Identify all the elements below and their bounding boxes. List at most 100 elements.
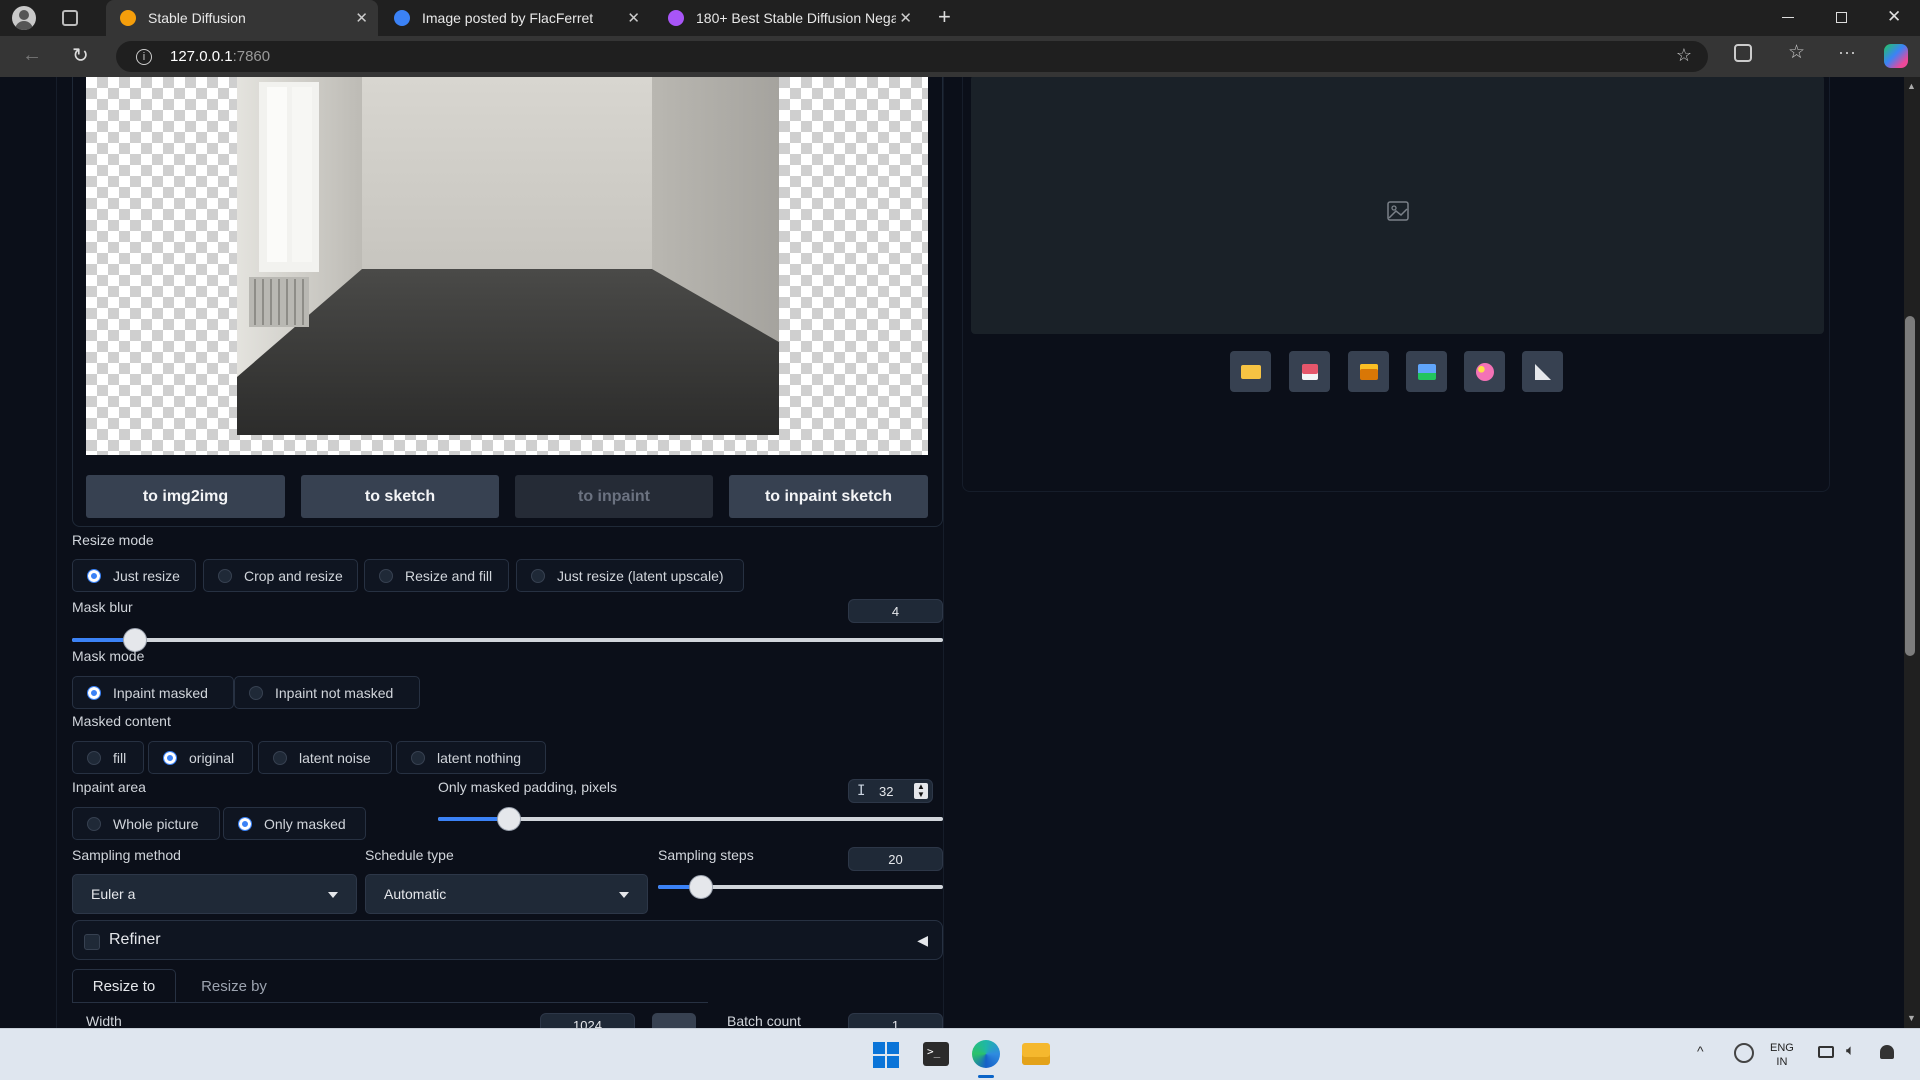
tab-image-posted[interactable]: Image posted by FlacFerret ✕ xyxy=(380,0,650,36)
masked-padding-slider-thumb[interactable] xyxy=(497,807,521,831)
refresh-icon[interactable]: ↻ xyxy=(72,43,89,68)
volume-icon[interactable]: 🔈︎ xyxy=(1846,1042,1855,1059)
close-window-icon[interactable]: ✕ xyxy=(1887,7,1901,27)
stepper-icon[interactable]: ▲ ▼ xyxy=(914,783,928,799)
resize-mode-latent-upscale[interactable]: Just resize (latent upscale) xyxy=(516,559,744,592)
send-to-inpaint-button[interactable] xyxy=(1464,351,1505,392)
notifications-icon[interactable] xyxy=(1880,1045,1894,1059)
active-app-indicator xyxy=(978,1075,994,1078)
sync-status-icon[interactable] xyxy=(1734,1043,1754,1063)
workspaces-icon[interactable] xyxy=(62,10,78,26)
profile-avatar[interactable] xyxy=(12,6,36,30)
sampling-steps-value-input[interactable]: 20 xyxy=(848,847,943,871)
edge-taskbar-icon[interactable] xyxy=(972,1040,1000,1068)
show-hidden-icons-icon[interactable]: ^ xyxy=(1697,1043,1704,1059)
to-inpaint-button: to inpaint xyxy=(515,475,713,518)
tab-stable-diffusion[interactable]: Stable Diffusion ✕ xyxy=(106,0,378,36)
copilot-icon[interactable] xyxy=(1884,44,1908,68)
masked-content-latent-noise[interactable]: latent noise xyxy=(258,741,392,774)
resize-mode-label: Resize mode xyxy=(72,532,154,548)
mask-mode-inpaint-not-masked[interactable]: Inpaint not masked xyxy=(234,676,420,709)
chevron-down-icon xyxy=(328,892,338,898)
option-label: Inpaint masked xyxy=(113,684,208,701)
masked-content-latent-nothing[interactable]: latent nothing xyxy=(396,741,546,774)
radio-icon xyxy=(273,750,287,765)
minimize-icon[interactable] xyxy=(1782,17,1794,18)
network-icon[interactable] xyxy=(1818,1046,1834,1058)
favorites-icon[interactable]: ☆ xyxy=(1788,41,1805,64)
save-button[interactable] xyxy=(1289,351,1330,392)
scroll-up-icon[interactable]: ▲ xyxy=(1907,81,1916,91)
address-bar[interactable]: i 127.0.0.1:7860 ☆ xyxy=(116,41,1708,72)
schedule-type-dropdown[interactable]: Automatic xyxy=(365,874,648,914)
mask-mode-label: Mask mode xyxy=(72,648,145,664)
open-folder-button[interactable] xyxy=(1230,351,1271,392)
close-tab-icon[interactable]: ✕ xyxy=(355,9,368,27)
more-menu-icon[interactable]: ··· xyxy=(1838,42,1856,63)
option-label: Only masked xyxy=(264,815,346,832)
scrollbar-thumb[interactable] xyxy=(1905,316,1915,656)
image-icon xyxy=(1417,363,1436,380)
civitai-favicon xyxy=(394,10,410,26)
zip-button[interactable] xyxy=(1348,351,1389,392)
palette-icon xyxy=(1475,362,1494,381)
width-value-input[interactable]: 1024 xyxy=(540,1013,635,1028)
to-sketch-button[interactable]: to sketch xyxy=(301,475,499,518)
start-button[interactable] xyxy=(873,1042,899,1068)
mask-blur-label: Mask blur xyxy=(72,599,133,615)
resize-mode-resize-and-fill[interactable]: Resize and fill xyxy=(364,559,509,592)
mask-blur-value-input[interactable]: 4 xyxy=(848,599,943,623)
extensions-icon[interactable] xyxy=(1734,44,1752,62)
mask-mode-inpaint-masked[interactable]: Inpaint masked xyxy=(72,676,234,709)
masked-content-original[interactable]: original xyxy=(148,741,253,774)
site-info-icon[interactable]: i xyxy=(136,48,152,65)
inpaint-area-whole-picture[interactable]: Whole picture xyxy=(72,807,220,840)
collapse-arrow-icon[interactable]: ◀ xyxy=(917,932,928,949)
resize-mode-just-resize[interactable]: Just resize xyxy=(72,559,196,592)
terminal-taskbar-icon[interactable]: >_ xyxy=(923,1042,949,1066)
restore-icon[interactable] xyxy=(1836,12,1847,23)
tab-resize-by[interactable]: Resize by xyxy=(182,969,286,1003)
tab-label: Resize to xyxy=(92,978,156,995)
sd-favicon xyxy=(120,10,136,26)
masked-padding-value-input[interactable]: I 32 ▲ ▼ xyxy=(848,779,933,803)
new-tab-icon[interactable]: + xyxy=(938,4,951,30)
favorite-star-icon[interactable]: ☆ xyxy=(1676,45,1692,66)
send-to-extras-button[interactable] xyxy=(1522,351,1563,392)
back-icon[interactable]: ← xyxy=(22,44,42,67)
sampling-steps-slider-thumb[interactable] xyxy=(689,875,713,899)
to-img2img-button[interactable]: to img2img xyxy=(86,475,285,518)
save-icon xyxy=(1301,363,1318,380)
folder-icon xyxy=(1240,364,1261,379)
mask-blur-slider[interactable] xyxy=(72,628,943,652)
tab-resize-to[interactable]: Resize to xyxy=(72,969,176,1003)
to-inpaint-sketch-button[interactable]: to inpaint sketch xyxy=(729,475,928,518)
refiner-checkbox[interactable] xyxy=(84,934,100,950)
batch-count-value-input[interactable]: 1 xyxy=(848,1013,943,1028)
masked-content-label: Masked content xyxy=(72,713,171,729)
send-to-img2img-button[interactable] xyxy=(1406,351,1447,392)
sampling-steps-slider[interactable] xyxy=(658,875,943,899)
option-label: original xyxy=(189,749,235,766)
browser-titlebar: Stable Diffusion ✕ Image posted by FlacF… xyxy=(0,0,1920,36)
inpaint-image-canvas[interactable] xyxy=(86,77,928,455)
sampling-method-dropdown[interactable]: Euler a xyxy=(72,874,357,914)
inpaint-area-label: Inpaint area xyxy=(72,779,146,795)
masked-content-fill[interactable]: fill xyxy=(72,741,144,774)
region-code: IN xyxy=(1776,1056,1788,1068)
language-indicator[interactable]: ENG IN xyxy=(1770,1041,1794,1069)
close-tab-icon[interactable]: ✕ xyxy=(627,9,640,27)
masked-padding-slider[interactable] xyxy=(438,807,943,831)
tab-label: Resize by xyxy=(201,977,267,995)
radio-icon xyxy=(87,816,101,831)
tab-negative-prompts[interactable]: 180+ Best Stable Diffusion Negat ✕ xyxy=(654,0,922,36)
refiner-accordion[interactable]: Refiner ◀ xyxy=(72,920,943,960)
chevron-down-icon xyxy=(619,892,629,898)
resize-mode-crop-and-resize[interactable]: Crop and resize xyxy=(203,559,358,592)
inpaint-area-only-masked[interactable]: Only masked xyxy=(223,807,366,840)
swap-dimensions-button[interactable] xyxy=(652,1013,696,1028)
close-tab-icon[interactable]: ✕ xyxy=(899,9,912,27)
radio-selected-icon xyxy=(238,816,252,831)
scroll-down-icon[interactable]: ▼ xyxy=(1907,1013,1916,1023)
file-explorer-taskbar-icon[interactable] xyxy=(1022,1043,1050,1065)
